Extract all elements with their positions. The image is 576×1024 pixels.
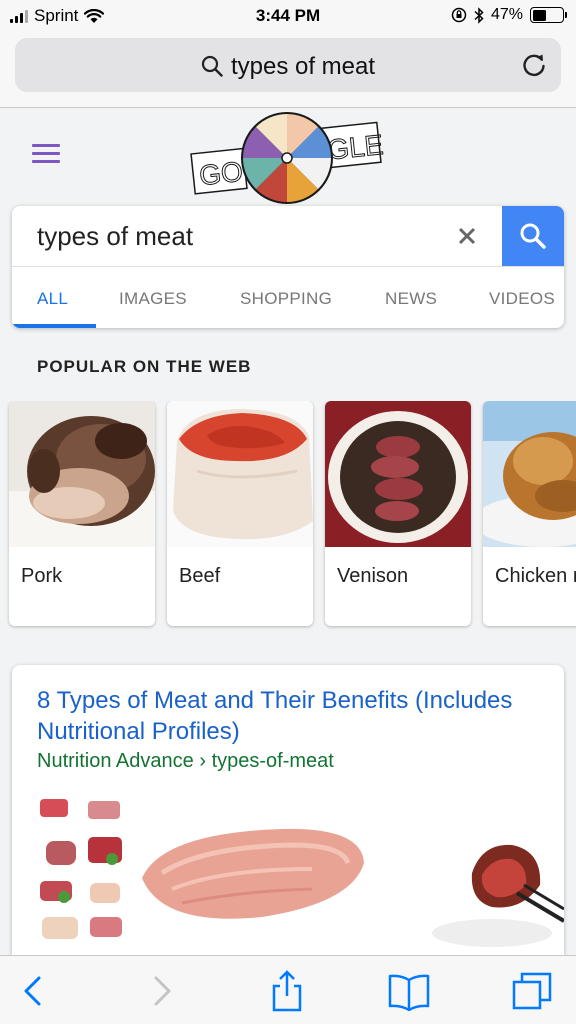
orientation-lock-icon	[451, 7, 467, 23]
address-bar[interactable]: types of meat	[15, 38, 561, 92]
card-label: Chicken meat	[495, 565, 576, 587]
tabs-icon	[512, 972, 552, 1010]
search-icon	[201, 55, 223, 77]
card-label: Beef	[179, 565, 221, 587]
tab-news[interactable]: NEWS	[385, 289, 437, 309]
browser-address-area: types of meat	[0, 34, 576, 108]
tab-shopping[interactable]: SHOPPING	[240, 289, 332, 309]
search-input[interactable]: types of meat	[37, 221, 193, 252]
tab-videos[interactable]: VIDEOS	[489, 289, 555, 309]
popular-card-venison[interactable]: Venison	[325, 401, 471, 626]
search-button[interactable]	[502, 206, 564, 267]
search-icon	[520, 223, 546, 249]
address-text: types of meat	[230, 53, 376, 80]
battery-percent: 47%	[490, 6, 523, 23]
result-separator: ›	[199, 750, 206, 772]
search-card: types of meat ALL IMAGES SHOPPING NEWS V…	[12, 206, 564, 328]
safari-toolbar	[0, 955, 576, 1024]
battery-icon	[530, 7, 567, 23]
popular-card-beef[interactable]: Beef	[167, 401, 313, 626]
tabs-button[interactable]	[510, 968, 556, 1014]
tab-images[interactable]: IMAGES	[119, 289, 187, 309]
forward-icon	[154, 976, 171, 1006]
result-image[interactable]	[12, 793, 564, 965]
hamburger-menu-icon[interactable]	[32, 144, 60, 164]
share-button[interactable]	[264, 968, 310, 1014]
tab-all[interactable]: ALL	[37, 289, 68, 309]
bluetooth-icon	[474, 6, 484, 24]
forward-button[interactable]	[138, 968, 184, 1014]
status-right: 47%	[451, 6, 567, 24]
result-title-link[interactable]: 8 Types of Meat and Their Benefits (Incl…	[37, 685, 547, 747]
share-icon	[272, 970, 302, 1012]
tabs-divider	[12, 266, 564, 267]
battery-fill	[532, 9, 547, 21]
address-field[interactable]: types of meat	[15, 53, 561, 81]
card-label: Venison	[337, 565, 409, 587]
bookmarks-icon	[388, 974, 430, 1012]
card-label: Pork	[21, 565, 63, 587]
google-doodle[interactable]: GO GLE	[190, 110, 385, 206]
popular-carousel[interactable]: Pork Beef Venison Chicken	[0, 401, 576, 631]
venison-image	[325, 401, 471, 547]
beef-image	[167, 401, 313, 547]
doodle-letters-left: GO	[198, 156, 245, 191]
close-icon[interactable]	[452, 218, 482, 254]
doodle-letters-right: GLE	[326, 129, 385, 166]
popular-card-chicken[interactable]: Chicken meat	[483, 401, 576, 626]
doodle-wheel	[241, 112, 333, 204]
status-bar: Sprint 3:44 PM 47%	[0, 0, 576, 34]
back-button[interactable]	[12, 968, 58, 1014]
back-icon	[24, 976, 41, 1006]
chicken-image	[483, 401, 576, 547]
result-breadcrumb[interactable]: Nutrition Advance › types-of-meat	[37, 750, 334, 773]
popular-card-pork[interactable]: Pork	[9, 401, 155, 626]
reload-icon[interactable]	[519, 50, 549, 80]
active-tab-indicator	[12, 324, 96, 328]
result-path: types-of-meat	[211, 750, 334, 772]
search-result-card: 8 Types of Meat and Their Benefits (Incl…	[12, 665, 564, 965]
bookmarks-button[interactable]	[386, 968, 432, 1014]
pork-image	[9, 401, 155, 547]
popular-section-title: POPULAR ON THE WEB	[37, 357, 252, 376]
result-site: Nutrition Advance	[37, 750, 194, 772]
